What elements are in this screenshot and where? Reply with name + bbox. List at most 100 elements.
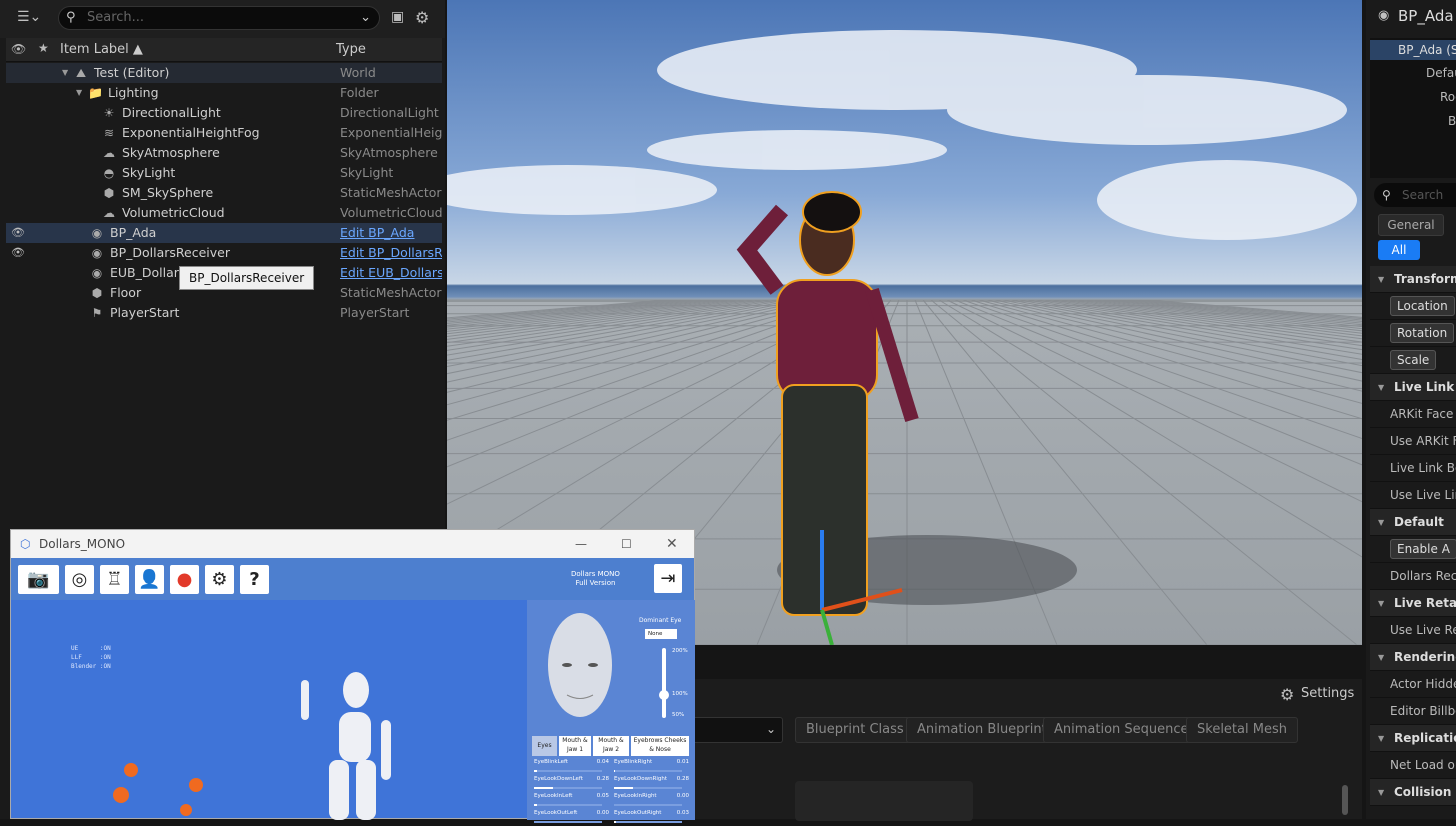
blendshape-slider[interactable]: EyeLookInLeft 0.05 (534, 793, 609, 809)
filter-chip-blueprint-class[interactable]: Blueprint Class (795, 717, 915, 743)
blendshape-slider[interactable]: EyeBlinkLeft 0.04 (534, 759, 609, 775)
details-category[interactable]: Rendering (1370, 644, 1456, 671)
details-property[interactable]: Net Load on (1370, 752, 1456, 779)
details-category[interactable]: Transform (1370, 266, 1456, 293)
outliner-row[interactable]: 👁 ◉ BP_DollarsReceiver Edit BP_DollarsRe (6, 243, 442, 263)
aperture-icon[interactable]: ◎ (65, 565, 94, 594)
property-label: Dollars Recei (1390, 569, 1456, 583)
asset-tile[interactable] (795, 781, 973, 821)
outliner-row[interactable]: ☀ DirectionalLight DirectionalLight (6, 103, 442, 123)
blendshape-slider[interactable]: EyeLookDownLeft 0.28 (534, 776, 609, 792)
tab-eyes[interactable]: Eyes (532, 736, 557, 756)
scale-slider[interactable] (659, 648, 669, 718)
tree-item-root[interactable]: BP_Ada (S (1370, 40, 1456, 60)
gear-icon[interactable]: ⚙ (205, 565, 234, 594)
filter-chip-skeletal-mesh[interactable]: Skeletal Mesh (1186, 717, 1298, 743)
details-property[interactable]: Editor Billboa (1370, 698, 1456, 725)
filter-chip-animation-blueprint[interactable]: Animation Blueprint (906, 717, 1058, 743)
scrollbar[interactable] (1342, 785, 1348, 815)
outliner-row[interactable]: ⬢ SM_SkySphere StaticMeshActor (6, 183, 442, 203)
tab-mouth-jaw-1[interactable]: Mouth & Jaw 1 (559, 736, 591, 756)
outliner-row[interactable]: ≋ ExponentialHeightFog ExponentialHeight (6, 123, 442, 143)
details-category[interactable]: Replication (1370, 725, 1456, 752)
details-property[interactable]: Use Live Reta (1370, 617, 1456, 644)
blendshape-slider[interactable]: EyeBlinkRight 0.01 (614, 759, 689, 775)
filter-dropdown[interactable]: ⌄ (695, 717, 783, 743)
details-property[interactable]: Live Link Boc (1370, 455, 1456, 482)
column-type[interactable]: Type (336, 42, 366, 57)
details-property[interactable]: Enable A (1370, 536, 1456, 563)
camera-icon[interactable]: 📷 (18, 565, 59, 594)
minimize-button[interactable]: — (575, 530, 587, 558)
details-category[interactable]: Collision (1370, 779, 1456, 806)
blendshape-slider[interactable]: EyeLookInRight 0.00 (614, 793, 689, 809)
star-icon[interactable]: ★ (38, 41, 49, 55)
chevron-down-icon: ⌄ (765, 722, 776, 736)
property-button[interactable]: Rotation (1390, 323, 1455, 343)
tree-item[interactable]: Roo (1440, 90, 1456, 104)
settings-button[interactable]: Settings (1301, 686, 1354, 701)
desk-icon[interactable]: ♖ (100, 565, 129, 594)
edit-blueprint-link[interactable]: Edit BP_DollarsRe (340, 243, 442, 263)
exit-icon[interactable]: ⇥ (654, 564, 682, 593)
details-property[interactable]: Dollars Recei (1370, 563, 1456, 590)
close-button[interactable]: ✕ (666, 530, 678, 558)
details-property[interactable]: Location (1370, 293, 1456, 320)
chevron-down-icon[interactable]: ⌄ (360, 7, 371, 29)
details-property[interactable]: Use Live Link (1370, 482, 1456, 509)
property-label: Collision (1394, 785, 1452, 799)
record-icon[interactable]: ● (170, 565, 199, 594)
outliner-row[interactable]: ▼ ⛰ Test (Editor) World (6, 63, 442, 83)
slider-track (614, 804, 682, 806)
details-property[interactable]: Use ARKit Fa (1370, 428, 1456, 455)
tab-eyebrows[interactable]: Eyebrows Cheeks & Nose (631, 736, 689, 756)
outliner-row[interactable]: ◓ SkyLight SkyLight (6, 163, 442, 183)
eye-icon[interactable]: 👁 (11, 243, 25, 263)
details-category[interactable]: Live Link (1370, 374, 1456, 401)
outliner-search-input[interactable]: ⚲ Search... ⌄ (58, 6, 380, 30)
details-property[interactable]: ARKit Face S (1370, 401, 1456, 428)
visibility-column-icon[interactable]: 👁 (11, 42, 26, 56)
sun-icon: ☀ (103, 106, 115, 120)
slider-thumb[interactable] (659, 690, 669, 700)
help-icon[interactable]: ? (240, 565, 269, 594)
filter-icon[interactable]: ☰⌄ (17, 9, 41, 25)
details-property[interactable]: Scale (1370, 347, 1456, 374)
filter-general[interactable]: General (1378, 214, 1444, 236)
property-button[interactable]: Enable A (1390, 539, 1456, 559)
property-label: Use ARKit Fa (1390, 434, 1456, 448)
gear-icon[interactable]: ⚙ (415, 8, 429, 27)
maximize-button[interactable]: ☐ (621, 530, 632, 558)
eye-icon[interactable]: 👁 (11, 223, 25, 243)
outliner-row[interactable]: ▼ 📁 Lighting Folder (6, 83, 442, 103)
tree-item[interactable]: Defau (1426, 66, 1456, 80)
gear-icon[interactable]: ⚙ (1280, 685, 1294, 704)
column-item-label[interactable]: Item Label ▲ (60, 42, 143, 57)
filter-all[interactable]: All (1378, 240, 1420, 260)
expand-arrow-icon[interactable]: ▼ (62, 63, 68, 83)
details-search-input[interactable]: ⚲ Search (1374, 183, 1456, 207)
filter-chip-animation-sequence[interactable]: Animation Sequence (1043, 717, 1200, 743)
details-category[interactable]: Live Retarget (1370, 590, 1456, 617)
expand-arrow-icon[interactable]: ▼ (76, 83, 82, 103)
property-button[interactable]: Location (1390, 296, 1455, 316)
blendshape-slider[interactable]: EyeLookDownRight 0.28 (614, 776, 689, 792)
details-category[interactable]: Default (1370, 509, 1456, 536)
outliner-row[interactable]: ☁ SkyAtmosphere SkyAtmosphere (6, 143, 442, 163)
outliner-row[interactable]: 👁 ◉ BP_Ada Edit BP_Ada (6, 223, 442, 243)
edit-blueprint-link[interactable]: Edit EUB_DollarsT (340, 263, 442, 283)
details-property[interactable]: Rotation (1370, 320, 1456, 347)
outliner-row[interactable]: ☁ VolumetricCloud VolumetricCloud (6, 203, 442, 223)
details-property[interactable]: Actor Hidden (1370, 671, 1456, 698)
item-label: DirectionalLight (122, 105, 221, 120)
tree-item[interactable]: B (1448, 114, 1456, 128)
property-button[interactable]: Scale (1390, 350, 1437, 370)
person-icon[interactable]: 👤 (135, 565, 164, 594)
blendshape-slider[interactable]: EyeLookOutRight 0.03 (614, 810, 689, 826)
blendshape-slider[interactable]: EyeLookOutLeft 0.00 (534, 810, 609, 826)
edit-blueprint-link[interactable]: Edit BP_Ada (340, 223, 442, 243)
add-folder-icon[interactable]: ▣ (391, 9, 404, 25)
dominant-eye-select[interactable]: None (645, 629, 677, 639)
tab-mouth-jaw-2[interactable]: Mouth & Jaw 2 (593, 736, 629, 756)
outliner-row[interactable]: ⚑ PlayerStart PlayerStart (6, 303, 442, 323)
